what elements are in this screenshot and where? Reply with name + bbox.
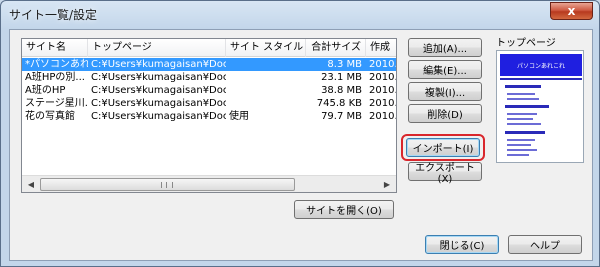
cell-site-name: *パソコンあれ... <box>25 59 88 70</box>
add-button[interactable]: 追加(A)... <box>408 38 482 57</box>
scroll-right-arrow-icon[interactable]: ▶ <box>379 177 395 192</box>
import-button[interactable]: インポート(I) <box>406 138 480 157</box>
table-row[interactable]: A班HPの別... C:¥Users¥kumagaisan¥Docu... 23.1… <box>22 71 396 84</box>
cell-site-style <box>226 71 306 84</box>
cell-created: 2010. <box>369 98 397 109</box>
list-header: サイト名 トップページ サイト スタイル 合計サイズ 作成 <box>22 39 396 57</box>
copy-button[interactable]: 複製(I)... <box>408 82 482 101</box>
column-header-top-page[interactable]: トップページ <box>88 39 226 57</box>
export-button[interactable]: エクスポート(X) <box>408 162 482 185</box>
preview-banner-text: パソコンあれこれ <box>517 63 565 70</box>
window-title: サイト一覧/設定 <box>9 8 98 22</box>
delete-button[interactable]: 削除(D) <box>408 104 482 123</box>
cell-site-style <box>226 97 306 110</box>
site-list[interactable]: サイト名 トップページ サイト スタイル 合計サイズ 作成 *パソコンあれ...… <box>21 38 397 193</box>
table-row[interactable]: 花の写真館 C:¥Users¥kumagaisan¥Docu...使用 79.7 M… <box>22 110 396 123</box>
column-header-total-size[interactable]: 合計サイズ <box>306 39 366 57</box>
cell-total-size: 79.7 MB <box>321 111 362 122</box>
cell-site-style: 使用 <box>229 111 249 122</box>
edit-button[interactable]: 編集(E)... <box>408 60 482 79</box>
cell-total-size: 38.8 MB <box>321 85 362 96</box>
preview-label: トップページ <box>496 38 556 49</box>
table-row[interactable]: A班のHP C:¥Users¥kumagaisan¥Docu... 38.8 MB 2… <box>22 84 396 97</box>
cell-created: 2010. <box>369 72 397 83</box>
cell-site-style <box>226 58 306 71</box>
close-window-button[interactable]: x <box>550 2 593 20</box>
cell-created: 2010. <box>369 85 397 96</box>
cell-site-name: A班HPの別... <box>25 72 85 83</box>
cell-created: 2010. <box>369 111 397 122</box>
cell-total-size: 23.1 MB <box>321 72 362 83</box>
open-site-button[interactable]: サイトを開く(O) <box>294 200 394 219</box>
help-button[interactable]: ヘルプ <box>508 235 582 254</box>
column-header-created[interactable]: 作成 <box>366 39 396 57</box>
cell-top-page: C:¥Users¥kumagaisan¥Docu... <box>91 98 226 109</box>
cell-top-page: C:¥Users¥kumagaisan¥Docu... <box>91 59 226 70</box>
scroll-left-arrow-icon[interactable]: ◀ <box>23 177 39 192</box>
title-bar[interactable]: サイト一覧/設定 x <box>1 1 599 27</box>
column-header-site-name[interactable]: サイト名 <box>22 39 88 57</box>
site-list-dialog: サイト一覧/設定 x サイト名 トップページ サイト スタイル 合計サイズ 作成… <box>0 0 600 267</box>
cell-site-name: A班のHP <box>25 85 66 96</box>
cell-top-page: C:¥Users¥kumagaisan¥Docu... <box>91 72 226 83</box>
preview-thumbnail-icon: パソコンあれこれ <box>500 54 582 156</box>
cell-top-page: C:¥Users¥kumagaisan¥Docu... <box>91 85 226 96</box>
dialog-client-area: サイト名 トップページ サイト スタイル 合計サイズ 作成 *パソコンあれ...… <box>9 29 593 261</box>
cell-created: 2010. <box>369 59 397 70</box>
scrollbar-thumb[interactable] <box>40 178 295 191</box>
column-header-site-style[interactable]: サイト スタイル <box>226 39 306 57</box>
close-button[interactable]: 閉じる(C) <box>425 235 499 254</box>
table-row[interactable]: *パソコンあれ...C:¥Users¥kumagaisan¥Docu... 8.3… <box>22 58 396 71</box>
cell-site-name: 花の写真館 <box>25 111 75 122</box>
horizontal-scrollbar[interactable]: ◀ ▶ <box>22 175 396 192</box>
cell-total-size: 745.8 KB <box>316 98 362 109</box>
grip-icon <box>161 182 173 188</box>
cell-site-style <box>226 84 306 97</box>
cell-total-size: 8.3 MB <box>327 59 362 70</box>
table-row[interactable]: ステージ星川...C:¥Users¥kumagaisan¥Docu... 745.… <box>22 97 396 110</box>
cell-top-page: C:¥Users¥kumagaisan¥Docu... <box>91 111 226 122</box>
top-page-preview: パソコンあれこれ <box>496 50 584 163</box>
cell-site-name: ステージ星川... <box>25 98 88 109</box>
